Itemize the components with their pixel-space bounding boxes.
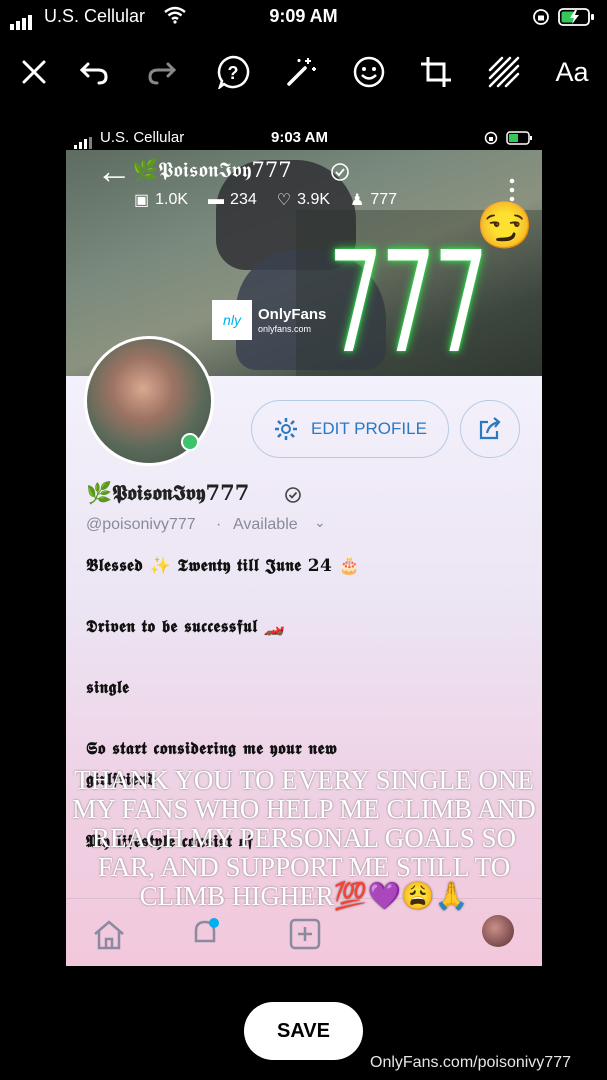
banner-stats: ▣ 1.0K ▬ 234 ♡ 3.9K ♟ 777 xyxy=(134,190,397,210)
undo-button[interactable] xyxy=(74,48,114,96)
verified-badge-icon xyxy=(285,487,301,503)
fans-icon: ♟ xyxy=(350,192,365,209)
edit-profile-label: EDIT PROFILE xyxy=(311,419,427,438)
add-post-icon[interactable] xyxy=(288,917,322,951)
banner-big-number: 777 xyxy=(328,222,489,376)
back-icon[interactable]: ← xyxy=(96,150,132,192)
emoji-icon xyxy=(353,56,385,88)
verified-icon xyxy=(331,163,349,181)
online-indicator xyxy=(181,433,199,451)
status-bar: U.S. Cellular 9:09 AM xyxy=(0,0,607,34)
availability-status[interactable]: Available xyxy=(233,516,298,534)
magic-wand-icon xyxy=(287,58,316,86)
inner-carrier: U.S. Cellular xyxy=(100,129,185,146)
fans-count: 777 xyxy=(370,191,398,208)
share-icon xyxy=(479,417,501,440)
gear-icon xyxy=(275,418,298,440)
undo-icon xyxy=(79,62,108,85)
handle: @poisonivy777 xyxy=(86,516,196,533)
magic-wand-button[interactable] xyxy=(281,48,321,96)
clock: 9:09 AM xyxy=(269,6,338,26)
chevron-down-icon[interactable]: ⌄ xyxy=(314,514,326,531)
nav-avatar[interactable] xyxy=(482,915,514,947)
heart-icon: ♡ xyxy=(276,192,292,209)
inner-status-bar: U.S. Cellular 9:03 AM xyxy=(66,126,542,150)
onlyfans-logo: nly xyxy=(212,300,252,340)
home-icon[interactable] xyxy=(92,919,126,951)
crop-icon xyxy=(421,57,451,87)
onlyfans-url: onlyfans.com xyxy=(258,324,312,334)
bio-line: 𝕯𝖗𝖎𝖛𝖊𝖓 𝖙𝖔 𝖇𝖊 𝖘𝖚𝖈𝖈𝖊𝖘𝖘𝖋𝖚𝖑 🏎️ xyxy=(86,617,286,637)
close-icon xyxy=(22,60,46,84)
separator-dot: · xyxy=(216,516,222,533)
display-name: 🌿𝕻𝖔𝖎𝖘𝖔𝖓𝕴𝖛𝖞777 xyxy=(86,480,250,505)
editor-toolbar: ? Aa xyxy=(0,48,607,96)
inner-signal-icon xyxy=(74,132,94,149)
svg-text:?: ? xyxy=(228,63,239,83)
notifications-icon[interactable] xyxy=(188,917,222,951)
bio-line: 𝖘𝖎𝖓𝖌𝖑𝖊 xyxy=(86,678,130,698)
inner-clock: 9:03 AM xyxy=(271,129,328,146)
crop-button[interactable] xyxy=(416,48,456,96)
watermark: OnlyFans.com/poisonivy777 xyxy=(370,1054,571,1071)
redo-button[interactable] xyxy=(142,48,182,96)
inner-battery-icon xyxy=(506,131,532,145)
likes-count: 3.9K xyxy=(297,191,331,208)
battery-icon xyxy=(558,8,594,26)
video-icon: ▬ xyxy=(208,191,225,208)
bio-line: 𝕭𝖑𝖊𝖘𝖘𝖊𝖉 ✨ 𝕿𝖜𝖊𝖓𝖙𝖞 𝖙𝖎𝖑𝖑 𝕵𝖚𝖓𝖊 24 🎂 xyxy=(86,556,361,576)
rotation-lock-icon xyxy=(533,9,549,25)
videos-count: 234 xyxy=(230,191,257,208)
inner-rotation-lock-icon xyxy=(484,131,498,145)
redo-icon xyxy=(148,62,177,85)
text-tool-button[interactable]: Aa xyxy=(552,48,592,96)
edit-profile-button[interactable]: EDIT PROFILE xyxy=(251,400,449,458)
caption-overlay[interactable]: THANK YOU TO EVERY SINGLE ONE MY FANS WH… xyxy=(66,766,542,911)
photos-count: 1.0K xyxy=(155,191,189,208)
emoji-button[interactable] xyxy=(349,48,389,96)
pattern-button[interactable] xyxy=(484,48,524,96)
close-button[interactable] xyxy=(14,48,54,96)
onlyfans-brand: OnlyFans xyxy=(258,306,327,323)
photos-icon: ▣ xyxy=(134,192,150,209)
help-icon: ? xyxy=(217,55,250,89)
help-button[interactable]: ? xyxy=(213,48,253,96)
save-button[interactable]: SAVE xyxy=(244,1002,363,1060)
share-button[interactable] xyxy=(460,400,520,458)
bio-line: 𝕾𝖔 𝖘𝖙𝖆𝖗𝖙 𝖈𝖔𝖓𝖘𝖎𝖉𝖊𝖗𝖎𝖓𝖌 𝖒𝖊 𝖞𝖔𝖚𝖗 𝖓𝖊𝖜 xyxy=(86,739,338,759)
pattern-icon xyxy=(488,56,520,88)
banner-username: 🌿𝕻𝖔𝖎𝖘𝖔𝖓𝕴𝖛𝖞777 xyxy=(132,158,292,182)
